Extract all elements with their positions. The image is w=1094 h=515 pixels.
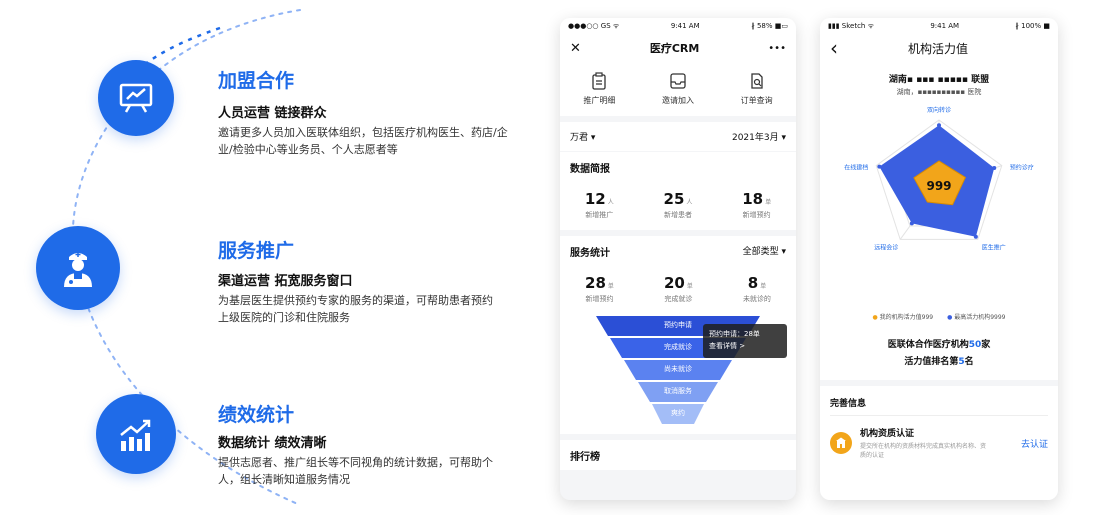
person-filter[interactable]: 万君 ▾ bbox=[570, 130, 595, 143]
battery-indicator: ∦ 100% ■ bbox=[1015, 22, 1050, 30]
legend-mine: ● 我的机构活力值999 bbox=[872, 314, 934, 321]
nav-bar: ✕ 医疗CRM ••• bbox=[560, 34, 796, 62]
radar-axis-label: 远程会诊 bbox=[874, 243, 898, 251]
filter-bar: 万君 ▾ 2021年3月 ▾ bbox=[560, 122, 796, 151]
section-title: 排行榜 bbox=[570, 452, 600, 463]
back-icon[interactable]: ‹ bbox=[830, 38, 838, 58]
doctor-icon bbox=[36, 226, 120, 310]
complete-info-section: 完善信息 机构资质认证 提交所在机构的资质材料完成真实机构名称、资质的认证 去认… bbox=[820, 386, 1058, 500]
feature-title: 服务推广 bbox=[218, 240, 295, 262]
vitality-phone: ▮▮▮ Sketch ᯤ 9:41 AM ∦ 100% ■ ‹ 机构活力值 湖南… bbox=[820, 18, 1058, 500]
canvas: 加盟合作 人员运营 链接群众 邀请更多人员加入医联体组织，包括医疗机构医生、药店… bbox=[0, 0, 1094, 515]
feature-title: 绩效统计 bbox=[218, 404, 295, 426]
stat-completed: 20 单完成就诊 bbox=[663, 274, 693, 303]
feature-description: 提供志愿者、推广组长等不同视角的统计数据，可帮助个人，组长清晰知道服务情况 bbox=[218, 456, 493, 486]
building-icon bbox=[830, 432, 852, 454]
stat-new-patient: 25 人新增患者 bbox=[663, 190, 693, 219]
radar-axis-label: 在线建档 bbox=[844, 164, 868, 172]
funnel-tooltip[interactable]: 预约申请：28单 查看详情 > bbox=[703, 324, 787, 358]
quick-label: 邀请加入 bbox=[661, 96, 694, 105]
status-bar: ●●●○○ GS ᯤ 9:41 AM ∦ 58% ■▭ bbox=[560, 18, 796, 34]
radar-max-point bbox=[877, 164, 882, 169]
crm-phone: ●●●○○ GS ᯤ 9:41 AM ∦ 58% ■▭ ✕ 医疗CRM ••• … bbox=[560, 18, 796, 500]
stat-booking: 28 单新增预约 bbox=[585, 274, 614, 303]
page-title: 医疗CRM bbox=[649, 42, 700, 55]
radar-max-point bbox=[973, 234, 978, 239]
type-filter[interactable]: 全部类型 ▾ bbox=[743, 244, 786, 259]
rank-line: 活力值排名第5名 bbox=[904, 357, 974, 367]
radar-center-value: 999 bbox=[926, 179, 951, 193]
radar-max-point bbox=[992, 166, 997, 171]
stat-new-promo: 12 人新增推广 bbox=[584, 190, 614, 219]
funnel-label[interactable]: 爽约 bbox=[560, 408, 796, 418]
battery-indicator: ∦ 58% ■▭ bbox=[751, 22, 788, 30]
stat-new-booking: 18 单新增预约 bbox=[742, 190, 772, 219]
legend: ● 我的机构活力值999 ● 最高活力机构9999 bbox=[820, 312, 1058, 321]
chart-board-icon bbox=[98, 60, 174, 136]
radar-chart: 双向转诊预约诊疗医生推广 远程会诊 在线建档 999 bbox=[844, 106, 1034, 251]
ranking-section: 排行榜 bbox=[560, 440, 796, 470]
month-filter[interactable]: 2021年3月 ▾ bbox=[732, 130, 786, 143]
clock: 9:41 AM bbox=[930, 22, 960, 30]
more-icon[interactable]: ••• bbox=[768, 43, 786, 54]
radar-axis-label: 医生推广 bbox=[982, 243, 1006, 251]
nav-bar: ‹ 机构活力值 bbox=[820, 34, 1058, 62]
vitality-card: 湖南▪ ▪▪▪ ▪▪▪▪▪ 联盟 湖南，▪▪▪▪▪▪▪▪▪▪ 医院 双向转诊预约… bbox=[820, 62, 1058, 380]
service-section: 服务统计 全部类型 ▾ 28 单新增预约 20 单完成就诊 8 单未就诊的 预约申请 … bbox=[560, 236, 796, 434]
org-name: 湖南▪ ▪▪▪ ▪▪▪▪▪ 联盟 bbox=[888, 75, 990, 85]
feature-subtitle: 数据统计 绩效清晰 bbox=[218, 436, 327, 451]
page-title: 机构活力值 bbox=[907, 41, 968, 56]
radar-axis-label: 预约诊疗 bbox=[1010, 164, 1034, 172]
section-title: 服务统计 bbox=[570, 248, 610, 259]
quick-order-search[interactable]: 订单查询 bbox=[741, 72, 773, 106]
legend-max: ● 最高活力机构9999 bbox=[947, 314, 1006, 321]
summary-line: 医联体合作医疗机构50家 bbox=[887, 340, 991, 350]
funnel-label[interactable]: 尚未就诊 bbox=[560, 364, 796, 374]
quick-label: 推广明细 bbox=[583, 96, 616, 105]
feature-description: 邀请更多人员加入医联体组织，包括医疗机构医生、药店/企业/检验中心等业务员、个人… bbox=[218, 126, 508, 156]
section-title: 数据简报 bbox=[570, 164, 610, 175]
quick-promo-detail[interactable]: 推广明细 bbox=[583, 72, 615, 106]
inbox-icon bbox=[670, 73, 686, 89]
feature-subtitle: 渠道运营 拓宽服务窗口 bbox=[218, 274, 353, 289]
stat-not-visited: 8 单未就诊的 bbox=[742, 274, 771, 303]
brief-section: 数据简报 12 人新增推广 25 人新增患者 18 单新增预约 bbox=[560, 152, 796, 230]
radar-axis-label: 双向转诊 bbox=[927, 106, 951, 114]
cert-description: 提交所在机构的资质材料完成真实机构名称、资质的认证 bbox=[860, 443, 987, 459]
funnel-chart: 预约申请 完成就诊 尚未就诊 取消服务 爽约 预约申请：28单 查看详情 > bbox=[560, 314, 796, 434]
radar-max-point bbox=[937, 123, 941, 128]
quick-invite[interactable]: 邀请加入 bbox=[662, 72, 694, 106]
cert-title: 机构资质认证 bbox=[860, 429, 915, 439]
clock: 9:41 AM bbox=[670, 22, 700, 30]
cert-row[interactable]: 机构资质认证 提交所在机构的资质材料完成真实机构名称、资质的认证 去认证 bbox=[820, 416, 1058, 470]
radar-max-point bbox=[909, 221, 914, 226]
feature-description: 为基层医生提供预约专家的服务的渠道，可帮助患者预约上级医院的门诊和住院服务 bbox=[218, 294, 493, 324]
feature-subtitle: 人员运营 链接群众 bbox=[218, 106, 327, 121]
growth-chart-icon bbox=[96, 394, 176, 474]
section-title: 完善信息 bbox=[830, 399, 867, 409]
document-search-icon bbox=[750, 73, 763, 89]
quick-actions: 推广明细 邀请加入 订单查询 bbox=[560, 62, 796, 116]
funnel-label[interactable]: 取消服务 bbox=[560, 386, 796, 396]
quick-label: 订单查询 bbox=[740, 96, 773, 105]
close-icon[interactable]: ✕ bbox=[570, 41, 581, 56]
tooltip-value: 预约申请：28单 bbox=[709, 330, 760, 338]
tooltip-detail-link[interactable]: 查看详情 > bbox=[709, 340, 781, 352]
status-bar: ▮▮▮ Sketch ᯤ 9:41 AM ∦ 100% ■ bbox=[820, 18, 1058, 34]
signal-indicator: ●●●○○ GS ᯤ bbox=[568, 21, 620, 30]
feature-title: 加盟合作 bbox=[218, 70, 295, 92]
clipboard-icon bbox=[592, 72, 606, 90]
certify-button[interactable]: 去认证 bbox=[1021, 437, 1048, 450]
signal-indicator: ▮▮▮ Sketch ᯤ bbox=[828, 21, 874, 30]
org-subname: 湖南，▪▪▪▪▪▪▪▪▪▪ 医院 bbox=[896, 88, 982, 96]
